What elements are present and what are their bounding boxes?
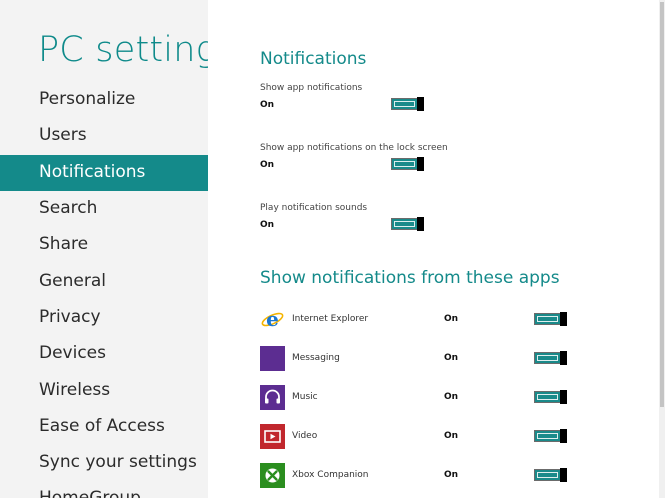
toggle-video[interactable] <box>534 429 567 443</box>
sidebar-item-notifications[interactable]: Notifications <box>0 155 208 191</box>
setting-state-show-app-notifications: On <box>260 100 275 110</box>
app-state-video: On <box>444 431 459 441</box>
page-title: PC settings <box>38 30 208 70</box>
sidebar: PC settings Personalize Users Notificati… <box>0 0 208 498</box>
toggle-lock-screen-notifications[interactable] <box>391 157 424 171</box>
app-state-xbox-companion: On <box>444 470 459 480</box>
app-name-messaging: Messaging <box>292 353 340 363</box>
sidebar-item-homegroup[interactable]: HomeGroup <box>0 481 208 498</box>
music-icon <box>260 385 285 410</box>
internet-explorer-icon: e <box>260 307 285 332</box>
vertical-scrollbar[interactable] <box>659 0 665 498</box>
app-state-music: On <box>444 392 459 402</box>
sidebar-item-share[interactable]: Share <box>0 227 208 263</box>
app-row-video: Video On <box>260 424 580 452</box>
svg-text:e: e <box>266 307 279 331</box>
app-row-internet-explorer: e Internet Explorer On <box>260 307 580 335</box>
app-row-music: Music On <box>260 385 580 413</box>
sidebar-item-search[interactable]: Search <box>0 191 208 227</box>
app-name-internet-explorer: Internet Explorer <box>292 314 369 324</box>
video-icon <box>260 424 285 449</box>
app-row-messaging: Messaging On <box>260 346 580 374</box>
toggle-messaging[interactable] <box>534 351 567 365</box>
notifications-heading: Notifications <box>260 49 367 69</box>
setting-state-notification-sounds: On <box>260 220 275 230</box>
app-name-music: Music <box>292 392 318 402</box>
toggle-music[interactable] <box>534 390 567 404</box>
toggle-xbox-companion[interactable] <box>534 468 567 482</box>
toggle-internet-explorer[interactable] <box>534 312 567 326</box>
sidebar-item-privacy[interactable]: Privacy <box>0 300 208 336</box>
messaging-icon <box>260 346 285 371</box>
sidebar-item-devices[interactable]: Devices <box>0 336 208 372</box>
sidebar-item-general[interactable]: General <box>0 264 208 300</box>
app-state-messaging: On <box>444 353 459 363</box>
setting-label-notification-sounds: Play notification sounds <box>260 203 368 213</box>
toggle-notification-sounds[interactable] <box>391 217 424 231</box>
setting-label-show-app-notifications: Show app notifications <box>260 83 363 93</box>
main-content: Notifications Show app notifications On … <box>208 0 665 498</box>
app-state-internet-explorer: On <box>444 314 459 324</box>
sidebar-item-sync-settings[interactable]: Sync your settings <box>0 445 208 481</box>
toggle-show-app-notifications[interactable] <box>391 97 424 111</box>
app-name-xbox-companion: Xbox Companion <box>292 470 369 480</box>
setting-label-lock-screen-notifications: Show app notifications on the lock scree… <box>260 143 448 153</box>
sidebar-item-users[interactable]: Users <box>0 118 208 154</box>
setting-state-lock-screen-notifications: On <box>260 160 275 170</box>
sidebar-item-personalize[interactable]: Personalize <box>0 82 208 118</box>
scrollbar-thumb[interactable] <box>660 2 664 407</box>
sidebar-item-wireless[interactable]: Wireless <box>0 373 208 409</box>
app-row-xbox-companion: Xbox Companion On <box>260 463 580 491</box>
sidebar-item-ease-of-access[interactable]: Ease of Access <box>0 409 208 445</box>
xbox-icon <box>260 463 285 488</box>
apps-heading: Show notifications from these apps <box>260 268 560 288</box>
app-name-video: Video <box>292 431 318 441</box>
